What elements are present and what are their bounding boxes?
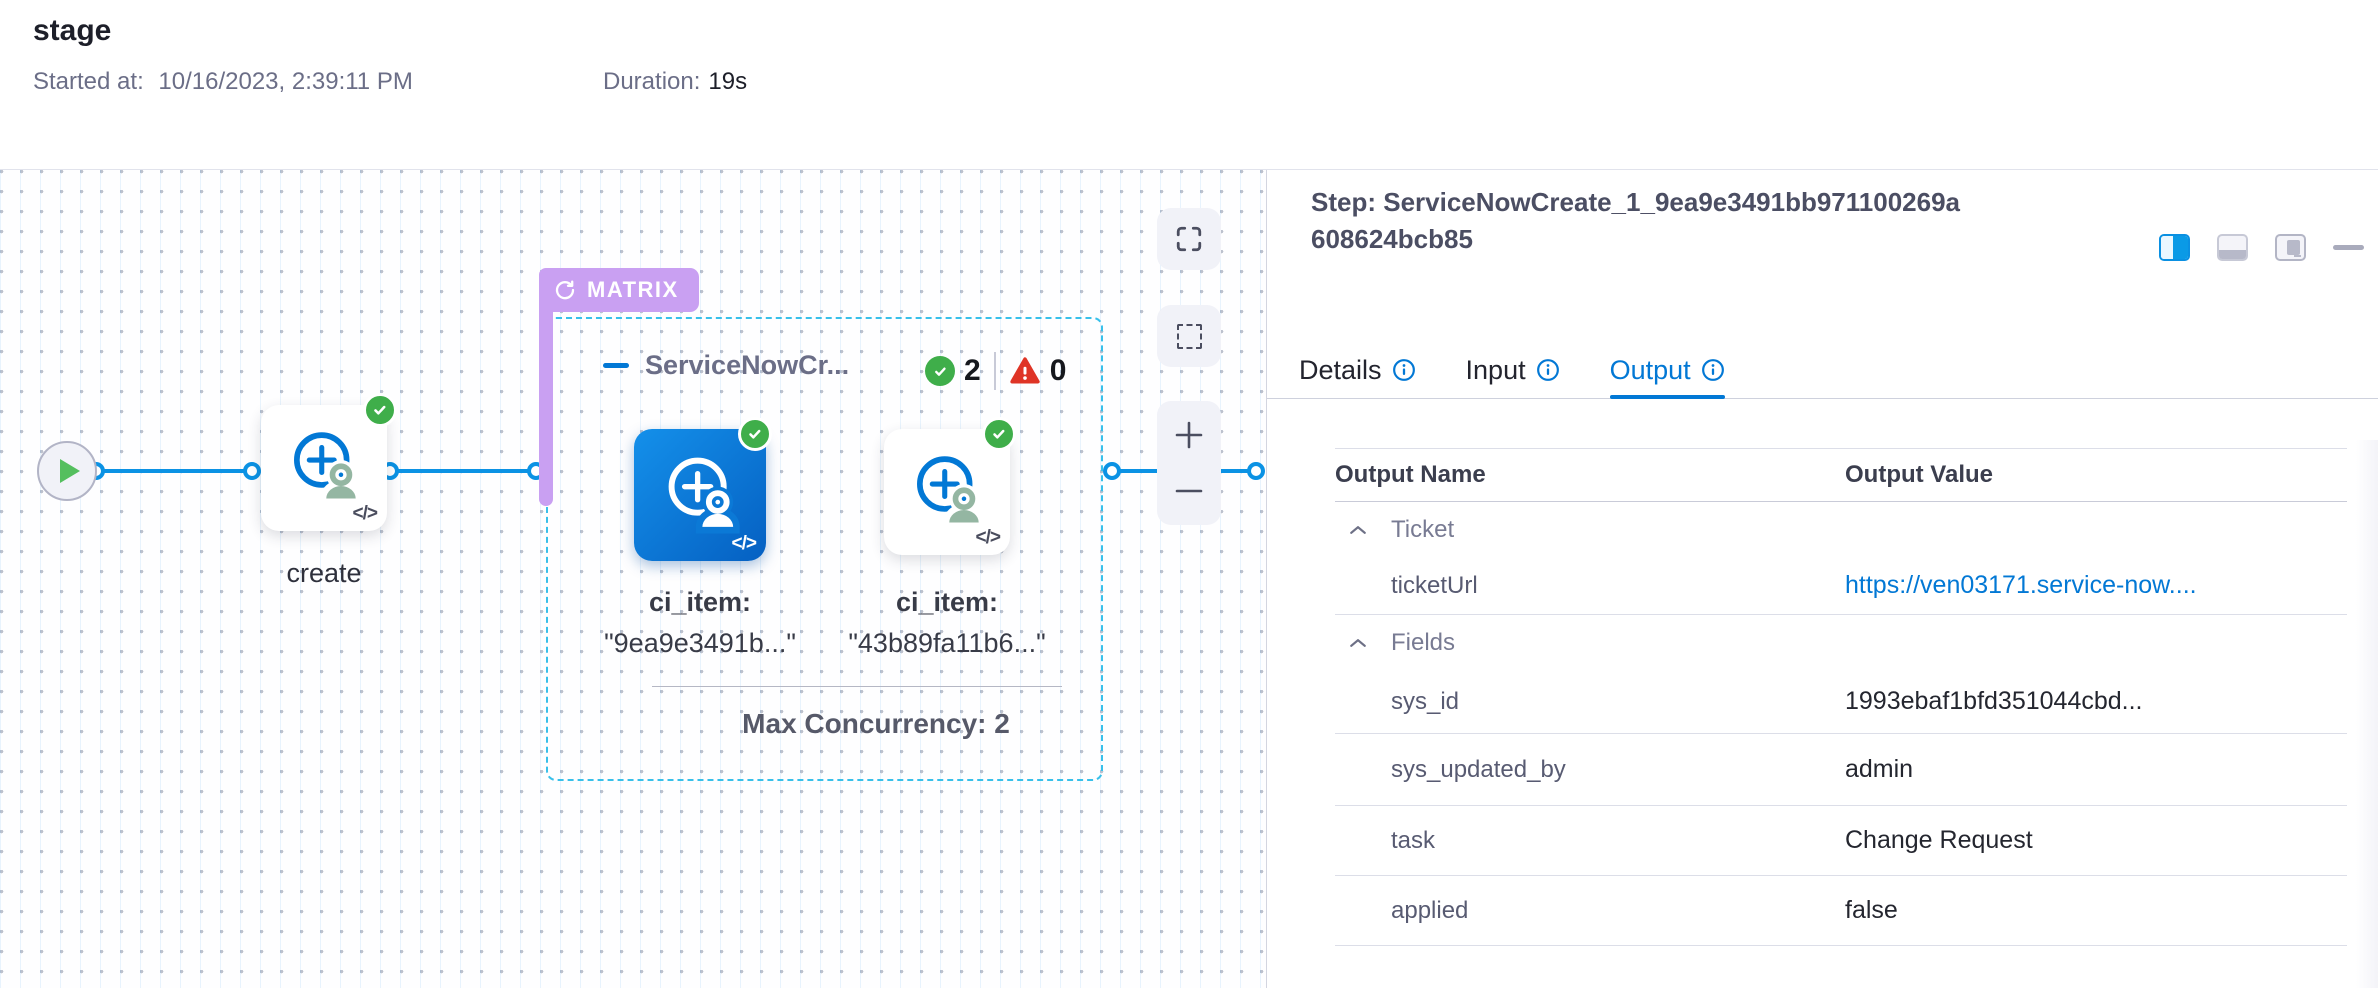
- servicenow-create-icon: [655, 446, 745, 536]
- matrix-max-concurrency: Max Concurrency: 2: [646, 708, 1106, 740]
- param-value: "9ea9e3491b...": [580, 623, 820, 664]
- output-value: 1993ebaf1bfd351044cbd...: [1845, 687, 2143, 716]
- servicenow-create-icon: [904, 446, 990, 532]
- group-label: Fields: [1391, 629, 1455, 657]
- success-status-icon: [738, 417, 772, 451]
- edge-start-create: [96, 469, 252, 473]
- layout-float-button[interactable]: [2275, 234, 2306, 261]
- pipeline-canvas[interactable]: </> create MATRIX ServiceNowCr... 2 0: [0, 170, 1266, 988]
- output-name: task: [1391, 827, 1435, 855]
- param-key: ci_item:: [580, 582, 820, 623]
- panel-actions: [2159, 234, 2364, 261]
- success-status-icon: [982, 417, 1016, 451]
- edge-create-matrix: [390, 469, 536, 473]
- output-name: sys_id: [1391, 688, 1459, 716]
- output-name: applied: [1391, 897, 1468, 925]
- panel-scrollbar[interactable]: [2356, 440, 2378, 988]
- param-key: ci_item:: [827, 582, 1067, 623]
- start-node[interactable]: [37, 441, 97, 501]
- code-icon: </>: [976, 527, 1000, 549]
- output-value: Change Request: [1845, 826, 2033, 855]
- ticket-url-link[interactable]: https://ven03171.service-now....: [1845, 571, 2197, 600]
- edge-endpoint: [1247, 462, 1265, 480]
- matrix-step-node-1[interactable]: </>: [634, 429, 766, 561]
- matrix-collapse-button[interactable]: [603, 363, 629, 368]
- servicenow-create-icon: [281, 422, 367, 508]
- matrix-step-node-2[interactable]: </>: [884, 429, 1010, 555]
- success-count: 2: [964, 354, 981, 388]
- count-separator: [994, 352, 996, 390]
- code-icon: </>: [353, 503, 377, 525]
- matrix-tag-label: MATRIX: [587, 277, 679, 303]
- duration-label: Duration:: [603, 68, 700, 95]
- col-output-value: Output Value: [1845, 461, 1993, 489]
- edge-endpoint: [243, 462, 261, 480]
- failed-count: 0: [1050, 354, 1067, 388]
- minimize-panel-button[interactable]: [2333, 245, 2364, 250]
- minus-icon: [1173, 475, 1205, 507]
- warning-icon: [1009, 356, 1041, 386]
- step-details-panel: Step: ServiceNowCreate_1_9ea9e3491bb9711…: [1266, 170, 2378, 988]
- duration: Duration: 19s: [603, 68, 747, 96]
- info-icon[interactable]: [1701, 358, 1725, 382]
- zoom-out-button[interactable]: [1157, 469, 1221, 513]
- layout-split-bottom-button[interactable]: [2217, 234, 2248, 261]
- success-status-icon: [363, 393, 397, 427]
- fullscreen-icon: [1175, 225, 1203, 253]
- chevron-up-icon[interactable]: [1349, 524, 1367, 536]
- table-row: ticketUrl https://ven03171.service-now..…: [1335, 557, 2347, 615]
- loop-icon: [553, 278, 577, 302]
- code-icon: </>: [732, 533, 756, 555]
- step-label-create: create: [244, 558, 404, 589]
- output-table: Output Name Output Value Ticket ticketUr…: [1335, 448, 2347, 946]
- matrix-divider: [652, 686, 1062, 687]
- started-at-label: Started at:: [33, 68, 144, 95]
- started-at: Started at: 10/16/2023, 2:39:11 PM: [33, 68, 413, 96]
- matrix-step-1-params: ci_item: "9ea9e3491b...": [580, 582, 820, 664]
- col-output-name: Output Name: [1335, 461, 1486, 489]
- panel-tabs: Details Input Output: [1267, 342, 2378, 399]
- param-value: "43b89fa11b6...": [827, 623, 1067, 664]
- edge-endpoint: [1103, 462, 1121, 480]
- play-icon: [60, 459, 80, 483]
- info-icon[interactable]: [1392, 358, 1416, 382]
- tab-input[interactable]: Input: [1466, 342, 1560, 398]
- info-icon[interactable]: [1536, 358, 1560, 382]
- zoom-controls: [1157, 401, 1221, 525]
- output-value: false: [1845, 896, 1898, 925]
- tab-details[interactable]: Details: [1299, 342, 1416, 398]
- table-header: Output Name Output Value: [1335, 448, 2347, 502]
- duration-value: 19s: [708, 68, 747, 95]
- table-row: task Change Request: [1335, 806, 2347, 876]
- group-row-ticket: Ticket: [1335, 502, 2347, 557]
- output-value: admin: [1845, 755, 1913, 784]
- stage-header: stage Started at: 10/16/2023, 2:39:11 PM…: [0, 0, 2378, 170]
- layout-split-right-button[interactable]: [2159, 234, 2190, 261]
- group-label: Ticket: [1391, 516, 1454, 544]
- chevron-up-icon[interactable]: [1349, 637, 1367, 649]
- table-row: sys_updated_by admin: [1335, 734, 2347, 806]
- table-row: applied false: [1335, 876, 2347, 946]
- matrix-status-counts: 2 0: [925, 352, 1066, 390]
- marquee-select-icon: [1177, 324, 1202, 349]
- table-row: sys_id 1993ebaf1bfd351044cbd...: [1335, 670, 2347, 734]
- page-title: stage: [33, 14, 111, 48]
- group-row-fields: Fields: [1335, 615, 2347, 670]
- plus-icon: [1173, 419, 1205, 451]
- fullscreen-button[interactable]: [1157, 208, 1221, 270]
- step-title: Step: ServiceNowCreate_1_9ea9e3491bb9711…: [1311, 184, 1961, 258]
- output-name: sys_updated_by: [1391, 756, 1566, 784]
- zoom-in-button[interactable]: [1157, 413, 1221, 457]
- tab-output[interactable]: Output: [1610, 342, 1725, 398]
- matrix-step-2-params: ci_item: "43b89fa11b6...": [827, 582, 1067, 664]
- matrix-tag[interactable]: MATRIX: [539, 268, 699, 312]
- started-at-value: 10/16/2023, 2:39:11 PM: [158, 68, 412, 95]
- success-count-icon: [925, 356, 955, 386]
- step-node-create[interactable]: </>: [261, 405, 387, 531]
- output-name: ticketUrl: [1391, 572, 1478, 600]
- matrix-group-title: ServiceNowCr...: [645, 350, 849, 381]
- marquee-select-button[interactable]: [1157, 305, 1221, 367]
